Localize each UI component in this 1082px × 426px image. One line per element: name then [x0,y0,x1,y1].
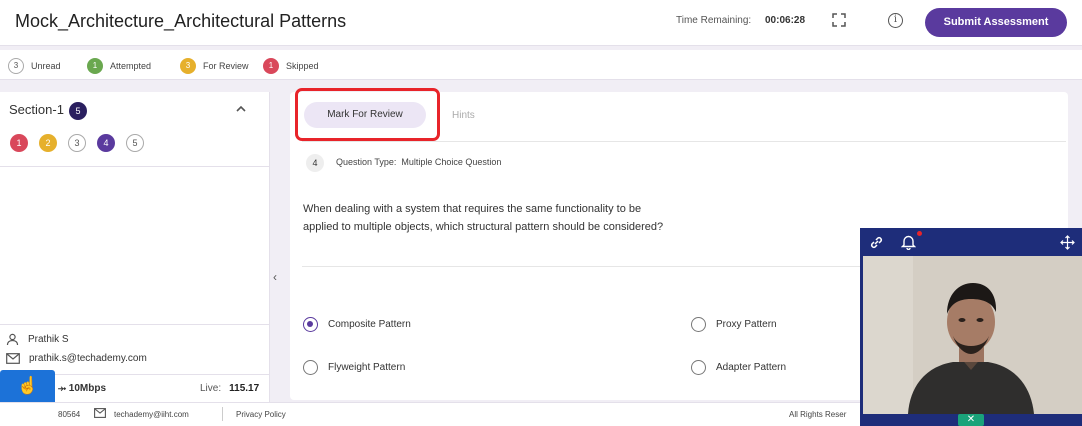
privacy-policy-link[interactable]: Privacy Policy [236,410,286,419]
move-icon[interactable] [1060,235,1075,250]
question-type: Question Type: Multiple Choice Question [336,157,501,167]
option-label: Adapter Pattern [716,362,787,373]
question-text-line-2: applied to multiple objects, which struc… [303,221,664,233]
option-label: Proxy Pattern [716,319,777,330]
hints-tab[interactable]: Hints [452,110,475,121]
chevron-up-icon[interactable] [235,104,247,114]
page-title: Mock_Architecture_Architectural Patterns [15,11,347,31]
footer-divider [222,407,223,421]
speed-arrow-icon: ⤞ [58,383,69,394]
legend-unread-label: Unread [31,61,61,71]
option-label: Composite Pattern [328,319,411,330]
hand-pointer-icon: ☝ [17,376,39,395]
camera-feed [863,256,1082,414]
legend-attempted-label: Attempted [110,61,152,71]
legend-unread-count: 3 [8,58,24,74]
question-text-line-1: When dealing with a system that requires… [303,203,642,215]
footer-rights: All Rights Reser [789,410,847,419]
user-name-row: Prathik S [6,333,69,346]
option-radio[interactable] [691,317,706,332]
camera-toolbar [860,228,1082,256]
question-nav-2[interactable]: 2 [39,134,57,152]
card-divider [302,141,1066,142]
sidebar-collapse-toggle[interactable]: ‹ [270,92,286,402]
live-label: Live: [200,383,222,394]
question-nav-4[interactable]: 4 [97,134,115,152]
option-proxy[interactable]: Proxy Pattern [691,317,777,332]
webcam-person-image [863,256,1082,414]
legend-for-review-label: For Review [203,61,249,71]
network-speed-value: 10Mbps [68,383,107,394]
question-number: 4 [306,154,324,172]
section-title[interactable]: Section-1 [9,102,64,117]
option-radio[interactable] [691,360,706,375]
link-icon[interactable] [869,235,884,250]
user-email-row: prathik.s@techademy.com [6,353,147,364]
question-text: When dealing with a system that requires… [303,200,753,236]
section-sidebar: Section-1 5 1 2 3 4 5 Prathik S prathik.… [0,92,270,402]
submit-assessment-button[interactable]: Submit Assessment [925,8,1067,37]
notification-dot [917,231,922,236]
network-speed: ⤞ 10Mbps [58,383,106,394]
legend-attempted-count: 1 [87,58,103,74]
header-bar: Mock_Architecture_Architectural Patterns… [0,0,1082,46]
section-count-badge: 5 [69,102,87,120]
live-latency: Live: 115.17 [200,383,259,394]
mail-icon [6,353,20,364]
question-nav-1[interactable]: 1 [10,134,28,152]
footer-phone: 80564 [58,410,81,419]
footer-email[interactable]: techademy@iiht.com [114,410,189,419]
option-radio-selected[interactable] [303,317,318,332]
legend-for-review: 3 For Review [180,58,249,74]
question-type-value: Multiple Choice Question [401,157,502,167]
proctor-camera-widget[interactable]: ✕ [860,228,1082,426]
chevron-left-icon: ‹ [273,270,277,284]
time-remaining-label: Time Remaining: [676,15,752,26]
close-camera-button[interactable]: ✕ [958,414,984,426]
live-value: 115.17 [229,383,260,394]
legend-skipped-label: Skipped [286,61,319,71]
user-icon [6,333,19,346]
option-flyweight[interactable]: Flyweight Pattern [303,360,405,375]
info-icon[interactable]: i [888,13,903,28]
user-name: Prathik S [28,334,69,345]
option-radio[interactable] [303,360,318,375]
question-nav-5[interactable]: 5 [126,134,144,152]
time-remaining-value: 00:06:28 [765,15,806,26]
legend-skipped-count: 1 [263,58,279,74]
section-divider [0,166,270,167]
option-label: Flyweight Pattern [328,362,406,373]
mail-icon [94,408,106,420]
question-navigator: 1 2 3 4 5 [10,134,144,152]
status-legend: 3 Unread 1 Attempted 3 For Review 1 Skip… [0,50,1082,80]
question-nav-3[interactable]: 3 [68,134,86,152]
legend-for-review-count: 3 [180,58,196,74]
fullscreen-icon[interactable] [832,13,846,27]
option-composite[interactable]: Composite Pattern [303,317,411,332]
mark-for-review-button[interactable]: Mark For Review [304,102,426,128]
legend-attempted: 1 Attempted [87,58,151,74]
legend-unread: 3 Unread [8,58,61,74]
question-type-label: Question Type: [336,157,397,167]
option-adapter[interactable]: Adapter Pattern [691,360,786,375]
bell-icon[interactable] [901,234,916,250]
legend-skipped: 1 Skipped [263,58,319,74]
user-email: prathik.s@techademy.com [29,353,147,364]
